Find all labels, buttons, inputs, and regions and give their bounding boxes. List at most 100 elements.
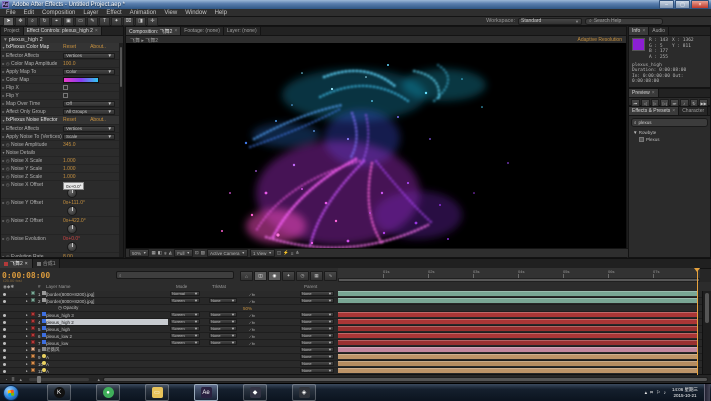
visibility-eye-icon[interactable]	[3, 354, 6, 360]
gradient-swatch[interactable]	[63, 77, 99, 83]
clone-stamp-tool[interactable]: ⌧	[123, 17, 134, 26]
effect-row-9[interactable]: ▾fx Plexus Noise EffectorResetAbout..	[1, 116, 119, 125]
brush-tool[interactable]: ✦	[111, 17, 122, 26]
menu-layer[interactable]: Layer	[79, 10, 102, 16]
camera-view-select[interactable]: Active Camera▼	[207, 249, 248, 257]
trkmat-dropdown[interactable]: None▼	[209, 298, 237, 303]
parent-dropdown[interactable]: None▼	[300, 319, 334, 324]
frame-blend-button[interactable]: ✦	[282, 271, 295, 281]
fast-previews-button[interactable]: ⚡	[283, 250, 289, 256]
layer-duration-bar[interactable]	[338, 368, 697, 373]
label-color-chip[interactable]	[31, 326, 35, 330]
mode-dropdown[interactable]: Screen▼	[170, 298, 200, 303]
reset-link[interactable]: Reset	[63, 117, 76, 123]
composition-viewport[interactable]	[126, 43, 626, 251]
show-channels-button[interactable]: ◭	[169, 250, 172, 256]
effect-row-12[interactable]: ▸◷Noise Amplitude345.0	[1, 141, 119, 149]
label-color-chip[interactable]	[31, 319, 35, 323]
effect-row-1[interactable]: ▸Effector AffectsVertices▼	[1, 52, 119, 60]
twirl-icon[interactable]: ▸	[26, 326, 28, 332]
selection-tool[interactable]: ➤	[3, 17, 14, 26]
effect-row-3[interactable]: ▸Apply Map ToColor▼	[1, 68, 119, 76]
expand-layers-icon[interactable]: ≣	[11, 377, 14, 382]
rotation-tool[interactable]: ↻	[39, 17, 50, 26]
property-row[interactable]: ◷ Opacity50%	[0, 305, 703, 312]
search-help-input[interactable]: ⌕ Search Help	[585, 18, 663, 25]
network-icon[interactable]: ⚐	[656, 390, 660, 396]
input-indicator[interactable]: ⌗	[650, 390, 653, 396]
layer-name[interactable]: plexus_low	[46, 340, 168, 346]
after-effects-app[interactable]: Ae	[194, 384, 218, 401]
param-checkbox[interactable]	[63, 93, 68, 98]
effect-row-10[interactable]: ▸Effector AffectsVertices▼	[1, 125, 119, 133]
browser-app[interactable]: ●	[96, 384, 120, 401]
hand-tool[interactable]: ✥	[15, 17, 26, 26]
flowchart-button[interactable]: ⋔	[295, 250, 299, 256]
visibility-eye-icon[interactable]	[3, 347, 6, 353]
region-of-interest-button[interactable]: ⊡	[195, 250, 199, 256]
motion-blur-button[interactable]: ◷	[296, 271, 309, 281]
comp-mini-flowchart-button[interactable]: ⌂	[240, 271, 253, 281]
timeline-button[interactable]: ≡	[291, 251, 294, 256]
show-desktop-button[interactable]	[704, 384, 710, 401]
param-value[interactable]: 1.000	[63, 158, 76, 164]
label-color-chip[interactable]	[31, 291, 35, 295]
mode-dropdown[interactable]: Screen▼	[170, 333, 200, 338]
tab-info[interactable]: Info×	[629, 27, 649, 35]
effect-row-20[interactable]: ▸◷Noise Evolution0x+0.0°	[1, 235, 119, 253]
mask-visibility-button[interactable]: ◧	[158, 250, 162, 256]
mode-dropdown[interactable]: Screen▼	[170, 326, 200, 331]
layer-name[interactable]: plexus_high 2	[46, 319, 168, 325]
reset-link[interactable]: Reset	[63, 44, 76, 50]
effect-row-15[interactable]: ▸◷Noise Y Scale1.000	[1, 165, 119, 173]
effect-row-6[interactable]: ▸Flip Y	[1, 92, 119, 100]
mode-dropdown[interactable]: Normal▼	[170, 291, 200, 296]
magnification-select[interactable]: 50%▼	[129, 249, 149, 257]
col-parent[interactable]: Parent	[304, 284, 317, 289]
rotation-dial[interactable]	[67, 206, 77, 216]
effect-row-8[interactable]: ▸Affect Only GroupAll Groups▼	[1, 108, 119, 116]
layer-row-4[interactable]: ▸4plexus_high 2Screen▼None▼⁄ fxNone▼	[0, 319, 703, 326]
visibility-eye-icon[interactable]	[3, 333, 6, 339]
minimize-button[interactable]: –	[659, 0, 674, 9]
effects-item-plexus[interactable]: Plexus	[629, 136, 710, 143]
layer-duration-bar[interactable]	[338, 298, 697, 303]
tab-audio[interactable]: Audio	[649, 27, 669, 35]
puppet-pin-tool[interactable]: ✛	[147, 17, 158, 26]
timeline-vertical-scrollbar[interactable]	[702, 291, 711, 375]
resolution-select[interactable]: Full▼	[174, 249, 193, 257]
label-color-chip[interactable]	[31, 347, 35, 351]
explorer-app[interactable]: ▭	[145, 384, 169, 401]
twirl-icon[interactable]: ▸	[26, 354, 28, 360]
pen-tool[interactable]: ✎	[87, 17, 98, 26]
trkmat-dropdown[interactable]: None▼	[209, 326, 237, 331]
label-color-chip[interactable]	[31, 298, 35, 302]
layer-row-3[interactable]: ▸3plexus_high 3Screen▼None▼⁄ fxNone▼	[0, 312, 703, 319]
close-icon[interactable]: ×	[25, 261, 28, 267]
kmplayer-app[interactable]: K	[47, 384, 71, 401]
param-dropdown[interactable]: Vertices▼	[63, 53, 115, 59]
photoshop-app[interactable]: ◈	[292, 384, 316, 401]
visibility-eye-icon[interactable]	[3, 291, 6, 297]
brainstorm-button[interactable]: ▦	[310, 271, 323, 281]
menu-effect[interactable]: Effect	[102, 10, 125, 16]
pan-behind-tool[interactable]: ▣	[63, 17, 74, 26]
layer-row-7[interactable]: ▸7plexus_lowScreen▼None▼⁄ fxNone▼	[0, 340, 703, 347]
draft-3d-button[interactable]: ◫	[254, 271, 267, 281]
angle-input[interactable]: 0x+0.0°	[63, 182, 84, 190]
start-button[interactable]	[3, 385, 19, 401]
trkmat-dropdown[interactable]: None▼	[209, 312, 237, 317]
menu-help[interactable]: Help	[211, 10, 231, 16]
visibility-eye-icon[interactable]	[3, 326, 6, 332]
parent-dropdown[interactable]: None▼	[300, 354, 334, 359]
hidden-icons-button[interactable]: ▴	[645, 390, 648, 396]
param-value[interactable]: 1.000	[63, 166, 76, 172]
trkmat-dropdown[interactable]: None▼	[209, 340, 237, 345]
media-app[interactable]: ◆	[243, 384, 267, 401]
layer-name[interactable]: A	[46, 354, 168, 360]
effect-row-4[interactable]: ▸Color Map	[1, 76, 119, 84]
layer-name[interactable]: [border(8000×8200).jpg]	[46, 298, 168, 304]
layer-duration-bar[interactable]	[338, 291, 697, 296]
layer-duration-bar[interactable]	[338, 326, 697, 331]
zoom-out-icon[interactable]: ▲	[19, 377, 23, 382]
